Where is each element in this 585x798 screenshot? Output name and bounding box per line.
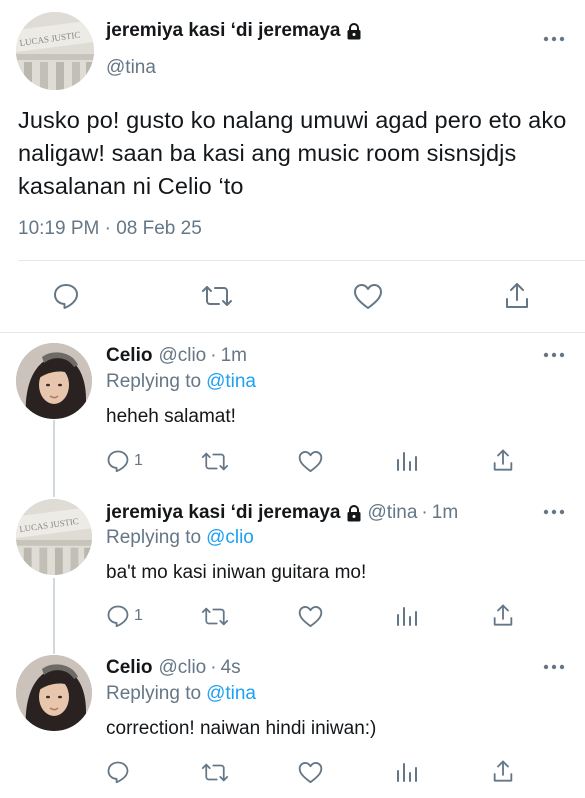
reply-icon xyxy=(54,284,78,309)
mention-link[interactable]: @tina xyxy=(206,371,256,392)
heart-icon xyxy=(298,606,323,627)
share-button[interactable] xyxy=(504,281,530,311)
reply-text: heheh salamat! xyxy=(106,406,236,427)
author-display-name[interactable]: Celio xyxy=(106,345,152,367)
reply-author-row: jeremiya kasi ‘di jeremaya @tina · 1m xyxy=(106,502,458,524)
heart-icon xyxy=(298,451,323,472)
author-display-name[interactable]: Celio xyxy=(106,657,152,679)
analytics-button[interactable] xyxy=(396,605,418,627)
mention-link[interactable]: @tina xyxy=(206,683,256,704)
avatar[interactable] xyxy=(16,343,92,419)
retweet-icon xyxy=(201,763,229,782)
lock-icon xyxy=(347,504,360,521)
heart-icon xyxy=(354,284,382,309)
divider xyxy=(0,332,585,333)
avatar[interactable]: LUCAS JUSTIC xyxy=(16,12,94,90)
more-options-icon[interactable] xyxy=(543,351,565,359)
heart-icon xyxy=(298,762,323,783)
separator: · xyxy=(210,345,217,366)
reply-timestamp[interactable]: 4s xyxy=(221,657,241,679)
share-icon xyxy=(493,604,513,626)
reply-author-row: Celio @clio · 1m xyxy=(106,345,247,367)
share-icon xyxy=(506,283,528,308)
retweet-icon xyxy=(202,286,232,306)
author-handle[interactable]: @tina xyxy=(368,502,418,524)
separator: · xyxy=(421,502,428,523)
replying-to: Replying to @clio xyxy=(106,527,254,549)
analytics-icon xyxy=(397,452,417,471)
building-avatar-icon: LUCAS JUSTIC xyxy=(16,499,92,575)
tweet-text: Jusko po! gusto ko nalang umuwi agad per… xyxy=(18,107,567,199)
more-options-icon[interactable] xyxy=(543,35,565,43)
reply-timestamp[interactable]: 1m xyxy=(221,345,247,367)
avatar[interactable] xyxy=(16,655,92,731)
building-avatar-icon: LUCAS JUSTIC xyxy=(16,12,94,90)
reply-icon xyxy=(107,761,129,784)
like-button[interactable] xyxy=(298,605,323,628)
reply-author-row: Celio @clio · 4s xyxy=(106,657,241,679)
tweet-timestamp[interactable]: 10:19 PM · 08 Feb 25 xyxy=(18,218,202,240)
main-author-name-row: jeremiya kasi ‘di jeremaya xyxy=(106,20,362,42)
share-button[interactable] xyxy=(492,448,514,473)
share-icon xyxy=(493,449,513,471)
mention-link[interactable]: @clio xyxy=(206,527,254,548)
girl-avatar-icon xyxy=(16,655,92,731)
retweet-button[interactable] xyxy=(200,606,230,627)
reply-icon xyxy=(107,605,129,628)
avatar[interactable]: LUCAS JUSTIC xyxy=(16,499,92,575)
reply-button[interactable] xyxy=(52,282,80,310)
main-author-handle-row: @tina xyxy=(106,57,156,79)
like-button[interactable] xyxy=(353,283,383,310)
analytics-button[interactable] xyxy=(396,450,418,472)
reply-text: correction! naiwan hindi iniwan:) xyxy=(106,718,377,739)
share-button[interactable] xyxy=(492,603,514,628)
retweet-button[interactable] xyxy=(200,451,230,472)
share-icon xyxy=(493,760,513,782)
thread-connector-line xyxy=(53,420,55,497)
separator: · xyxy=(210,657,217,678)
reply-button[interactable]: 1 xyxy=(106,604,143,628)
author-handle[interactable]: @clio xyxy=(158,345,206,367)
more-options-icon[interactable] xyxy=(543,663,565,671)
replying-label: Replying to xyxy=(106,527,202,548)
like-button[interactable] xyxy=(298,761,323,784)
author-display-name[interactable]: jeremiya kasi ‘di jeremaya xyxy=(106,20,341,42)
reply-text: ba't mo kasi iniwan guitara mo! xyxy=(106,562,367,583)
retweet-icon xyxy=(201,607,229,626)
like-button[interactable] xyxy=(298,450,323,473)
replying-to: Replying to @tina xyxy=(106,683,256,705)
thread-connector-line xyxy=(53,578,55,654)
retweet-button[interactable] xyxy=(200,284,234,308)
replying-to: Replying to @tina xyxy=(106,371,256,393)
divider xyxy=(18,260,585,261)
retweet-button[interactable] xyxy=(200,762,230,783)
analytics-button[interactable] xyxy=(396,761,418,783)
replying-label: Replying to xyxy=(106,683,202,704)
author-display-name[interactable]: jeremiya kasi ‘di jeremaya xyxy=(106,502,341,524)
reply-timestamp[interactable]: 1m xyxy=(432,502,458,524)
share-button[interactable] xyxy=(492,759,514,784)
more-options-icon[interactable] xyxy=(543,508,565,516)
author-handle[interactable]: @clio xyxy=(158,657,206,679)
reply-button[interactable]: 1 xyxy=(106,449,143,473)
reply-icon xyxy=(107,450,129,473)
replying-label: Replying to xyxy=(106,371,202,392)
reply-button[interactable] xyxy=(106,760,130,784)
author-handle[interactable]: @tina xyxy=(106,57,156,79)
analytics-icon xyxy=(397,607,417,626)
analytics-icon xyxy=(397,763,417,782)
lock-icon xyxy=(347,22,360,39)
reply-count: 1 xyxy=(134,607,143,624)
retweet-icon xyxy=(201,452,229,471)
girl-avatar-icon xyxy=(16,343,92,419)
reply-count: 1 xyxy=(134,452,143,469)
